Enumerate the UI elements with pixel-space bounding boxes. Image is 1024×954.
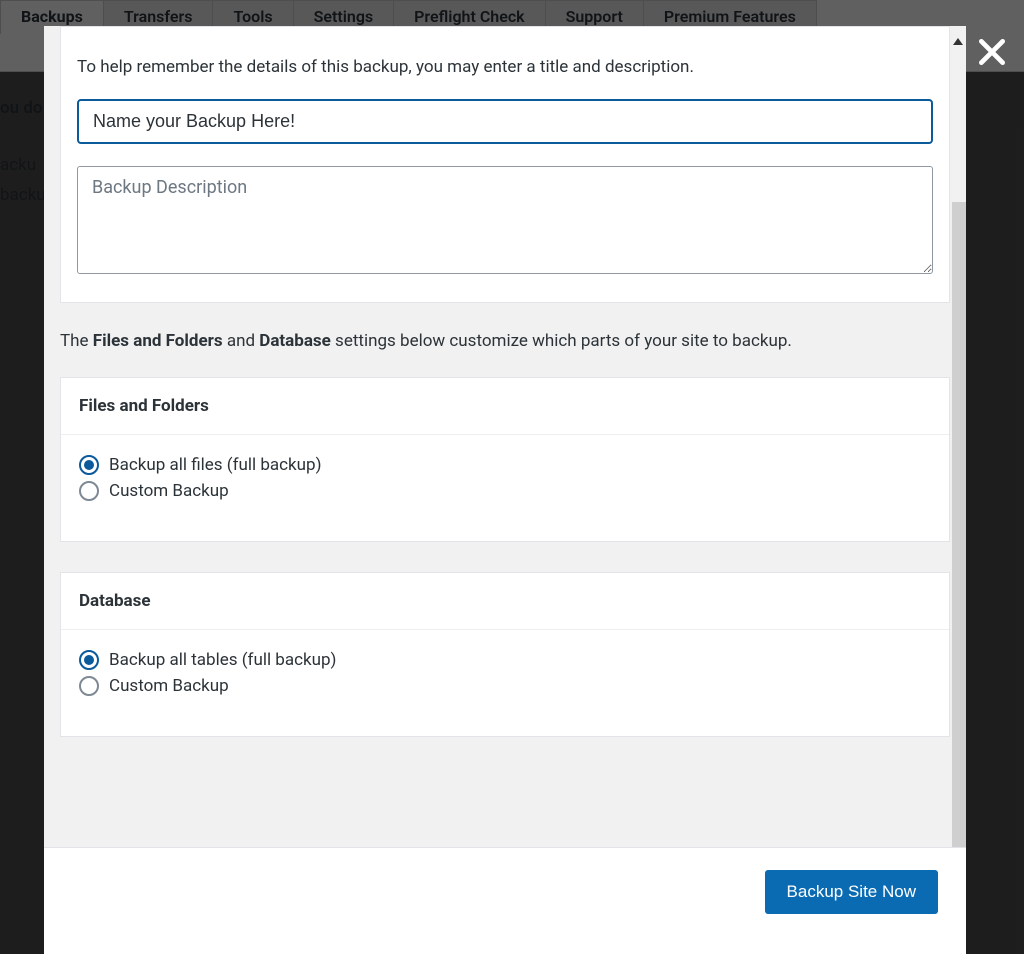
text-bold-files: Files and Folders: [93, 331, 223, 351]
backup-name-card: To help remember the details of this bac…: [60, 26, 950, 303]
text-fragment: and: [223, 331, 260, 351]
scrollbar[interactable]: [952, 202, 966, 847]
text-fragment: settings below customize which parts of …: [331, 331, 792, 351]
radio-icon: [79, 481, 99, 501]
text-bold-db: Database: [259, 331, 331, 351]
radio-icon: [79, 455, 99, 475]
modal-footer: Backup Site Now: [44, 847, 966, 954]
db-option-custom[interactable]: Custom Backup: [79, 676, 931, 696]
database-header: Database: [61, 573, 949, 630]
bg-text-fragment: ou do: [0, 98, 43, 118]
backup-description-textarea[interactable]: [77, 166, 933, 274]
close-icon[interactable]: [976, 36, 1008, 68]
backup-modal: To help remember the details of this bac…: [44, 26, 966, 954]
files-folders-section: Files and Folders Backup all files (full…: [60, 377, 950, 542]
sections-intro-text: The Files and Folders and Database setti…: [60, 331, 950, 351]
radio-label: Backup all tables (full backup): [109, 650, 336, 670]
radio-icon: [79, 650, 99, 670]
backup-intro-text: To help remember the details of this bac…: [77, 57, 933, 77]
bg-text-fragment: backu: [0, 185, 46, 205]
files-option-full[interactable]: Backup all files (full backup): [79, 455, 931, 475]
backup-site-now-button[interactable]: Backup Site Now: [765, 870, 938, 914]
database-section: Database Backup all tables (full backup)…: [60, 572, 950, 737]
scroll-up-arrow-icon[interactable]: [953, 38, 963, 45]
db-option-full[interactable]: Backup all tables (full backup): [79, 650, 931, 670]
files-folders-header: Files and Folders: [61, 378, 949, 435]
text-fragment: The: [60, 331, 93, 351]
files-option-custom[interactable]: Custom Backup: [79, 481, 931, 501]
radio-label: Custom Backup: [109, 481, 229, 501]
radio-icon: [79, 676, 99, 696]
bg-text-fragment: acku: [0, 155, 36, 175]
radio-label: Backup all files (full backup): [109, 455, 322, 475]
backup-name-input[interactable]: [77, 99, 933, 144]
radio-label: Custom Backup: [109, 676, 229, 696]
